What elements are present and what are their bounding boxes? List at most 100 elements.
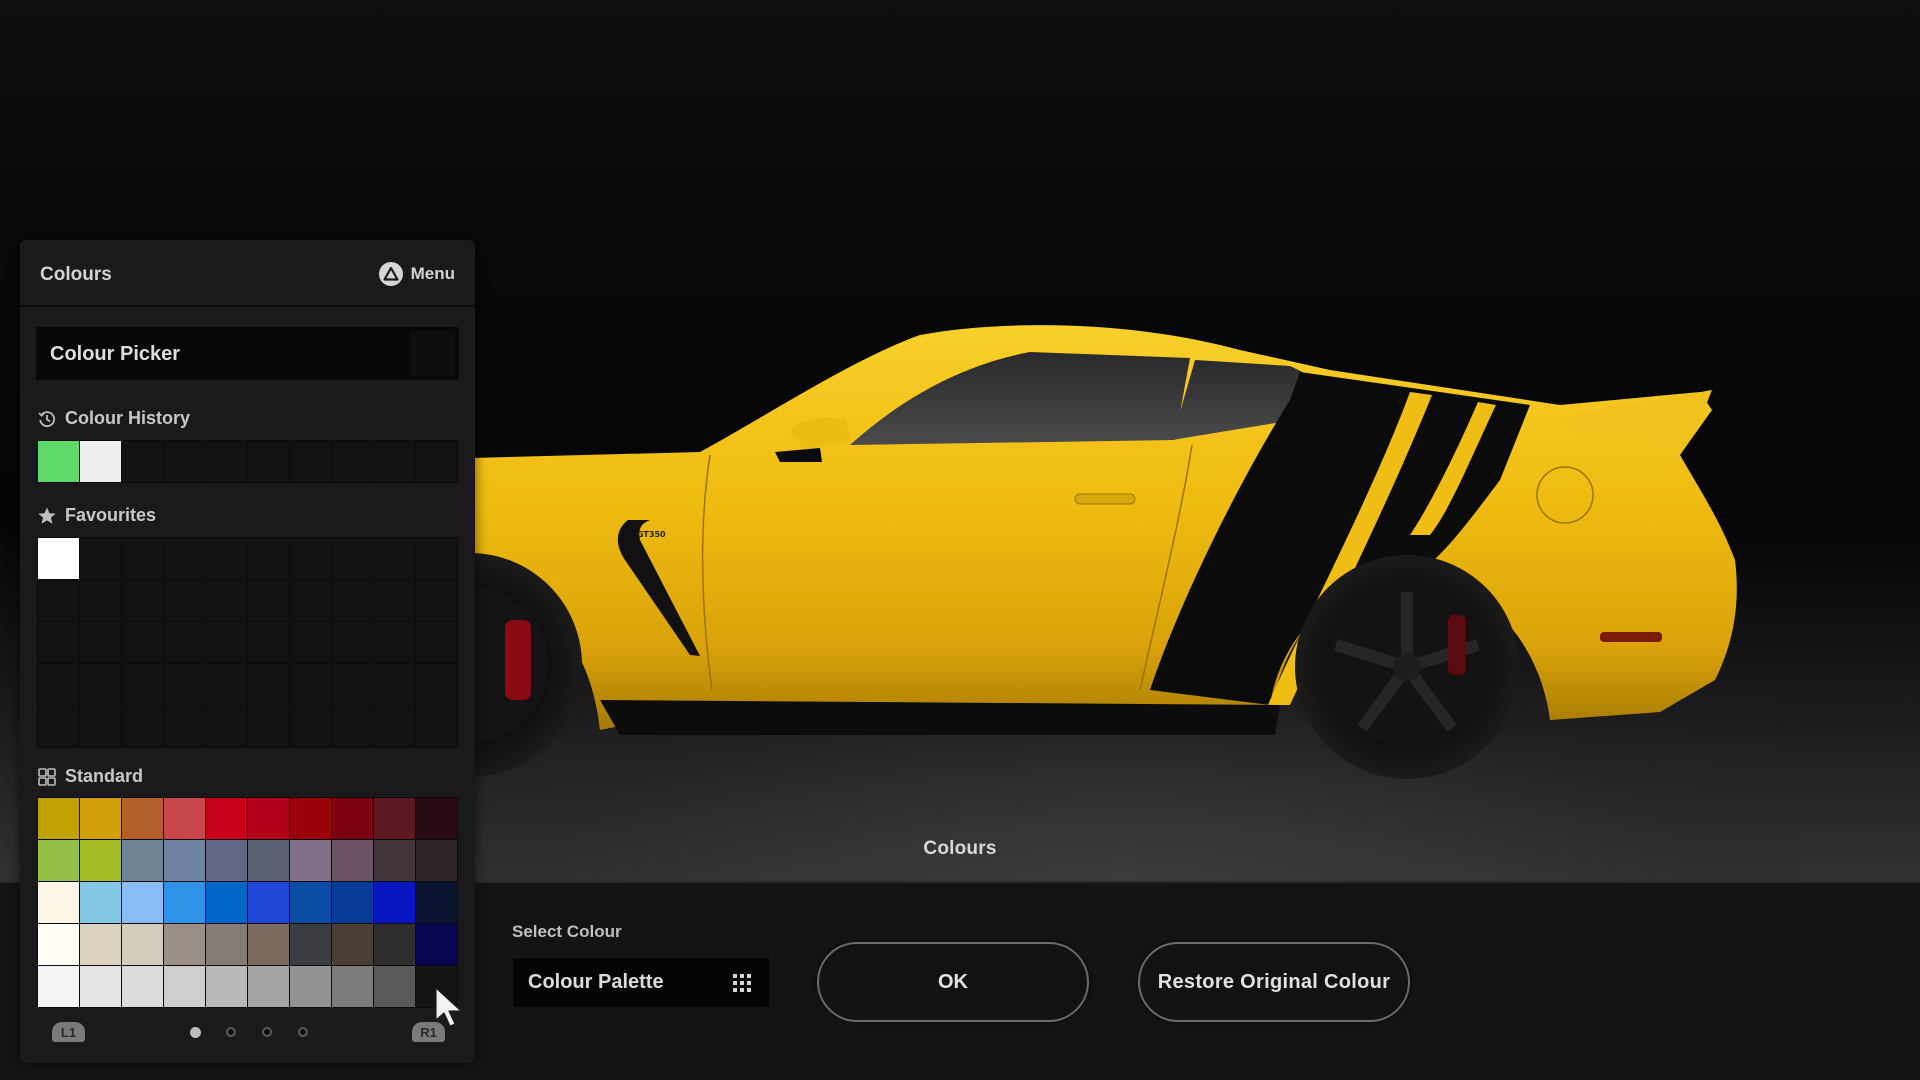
standard-colour-swatch[interactable] [80,924,121,965]
standard-colour-swatch[interactable] [374,924,415,965]
colour-history-swatch[interactable] [38,441,79,482]
favourite-swatch[interactable] [38,538,79,579]
ok-button[interactable]: OK [817,942,1089,1022]
standard-colour-swatch[interactable] [80,840,121,881]
standard-colour-swatch[interactable] [248,840,289,881]
favourite-swatch[interactable] [248,622,289,663]
favourite-swatch[interactable] [122,622,163,663]
standard-colour-swatch[interactable] [248,924,289,965]
favourite-swatch[interactable] [332,622,373,663]
favourite-swatch[interactable] [38,580,79,621]
standard-colour-swatch[interactable] [248,798,289,839]
favourite-swatch[interactable] [206,538,247,579]
favourite-swatch[interactable] [122,580,163,621]
standard-colour-swatch[interactable] [80,798,121,839]
favourite-swatch[interactable] [122,706,163,747]
standard-colour-swatch[interactable] [332,840,373,881]
favourite-swatch[interactable] [206,664,247,705]
page-dot[interactable] [226,1027,236,1037]
standard-colour-swatch[interactable] [332,882,373,923]
standard-colour-swatch[interactable] [332,966,373,1007]
standard-colour-swatch[interactable] [80,882,121,923]
standard-colour-swatch[interactable] [416,798,457,839]
standard-colour-swatch[interactable] [332,924,373,965]
standard-colour-swatch[interactable] [332,798,373,839]
colour-history-swatch[interactable] [290,441,331,482]
favourite-swatch[interactable] [248,664,289,705]
standard-colour-swatch[interactable] [164,966,205,1007]
standard-colour-swatch[interactable] [164,840,205,881]
favourite-swatch[interactable] [164,706,205,747]
standard-colour-swatch[interactable] [80,966,121,1007]
colour-history-swatch[interactable] [122,441,163,482]
standard-colour-swatch[interactable] [122,798,163,839]
favourite-swatch[interactable] [248,580,289,621]
colour-history-swatch[interactable] [164,441,205,482]
favourite-swatch[interactable] [38,706,79,747]
favourite-swatch[interactable] [80,706,121,747]
standard-colour-swatch[interactable] [290,882,331,923]
favourite-swatch[interactable] [416,538,457,579]
colour-history-swatch[interactable] [416,441,457,482]
colour-history-swatch[interactable] [332,441,373,482]
favourite-swatch[interactable] [164,664,205,705]
colour-history-swatch[interactable] [206,441,247,482]
restore-original-colour-button[interactable]: Restore Original Colour [1138,942,1410,1022]
standard-colour-swatch[interactable] [164,924,205,965]
standard-colour-swatch[interactable] [122,966,163,1007]
favourite-swatch[interactable] [374,538,415,579]
favourite-swatch[interactable] [80,580,121,621]
r1-next-page-button[interactable]: R1 [412,1022,445,1042]
standard-colour-swatch[interactable] [164,882,205,923]
standard-colour-swatch[interactable] [38,924,79,965]
favourite-swatch[interactable] [164,580,205,621]
favourite-swatch[interactable] [164,538,205,579]
colour-history-swatch[interactable] [374,441,415,482]
favourite-swatch[interactable] [206,706,247,747]
favourite-swatch[interactable] [416,664,457,705]
favourite-swatch[interactable] [374,580,415,621]
standard-colour-swatch[interactable] [122,882,163,923]
favourite-swatch[interactable] [416,622,457,663]
standard-colour-swatch[interactable] [290,798,331,839]
standard-colour-swatch[interactable] [290,924,331,965]
standard-colour-swatch[interactable] [374,882,415,923]
favourite-swatch[interactable] [416,706,457,747]
favourite-swatch[interactable] [122,538,163,579]
colour-palette-dropdown[interactable]: Colour Palette [513,958,769,1007]
favourite-swatch[interactable] [290,538,331,579]
page-dot[interactable] [190,1027,201,1038]
standard-colour-swatch[interactable] [122,924,163,965]
standard-colour-swatch[interactable] [248,882,289,923]
standard-colour-swatch[interactable] [206,798,247,839]
favourite-swatch[interactable] [80,622,121,663]
favourite-swatch[interactable] [374,622,415,663]
standard-colour-swatch[interactable] [416,882,457,923]
favourite-swatch[interactable] [164,622,205,663]
standard-colour-swatch[interactable] [38,966,79,1007]
favourite-swatch[interactable] [374,664,415,705]
page-dot[interactable] [262,1027,272,1037]
standard-colour-swatch[interactable] [416,966,457,1007]
standard-colour-swatch[interactable] [206,924,247,965]
favourite-swatch[interactable] [290,622,331,663]
standard-colour-swatch[interactable] [206,966,247,1007]
favourite-swatch[interactable] [80,538,121,579]
standard-colour-swatch[interactable] [374,840,415,881]
standard-colour-swatch[interactable] [38,798,79,839]
favourite-swatch[interactable] [290,664,331,705]
favourite-swatch[interactable] [248,706,289,747]
favourite-swatch[interactable] [416,580,457,621]
standard-colour-swatch[interactable] [248,966,289,1007]
standard-colour-swatch[interactable] [164,798,205,839]
favourite-swatch[interactable] [206,622,247,663]
favourite-swatch[interactable] [290,580,331,621]
standard-colour-swatch[interactable] [416,924,457,965]
standard-colour-swatch[interactable] [38,840,79,881]
colour-history-swatch[interactable] [248,441,289,482]
menu-button[interactable]: Menu [378,262,455,286]
colour-picker-button[interactable]: Colour Picker [36,327,459,380]
favourite-swatch[interactable] [38,664,79,705]
page-dot[interactable] [298,1027,308,1037]
favourite-swatch[interactable] [332,580,373,621]
